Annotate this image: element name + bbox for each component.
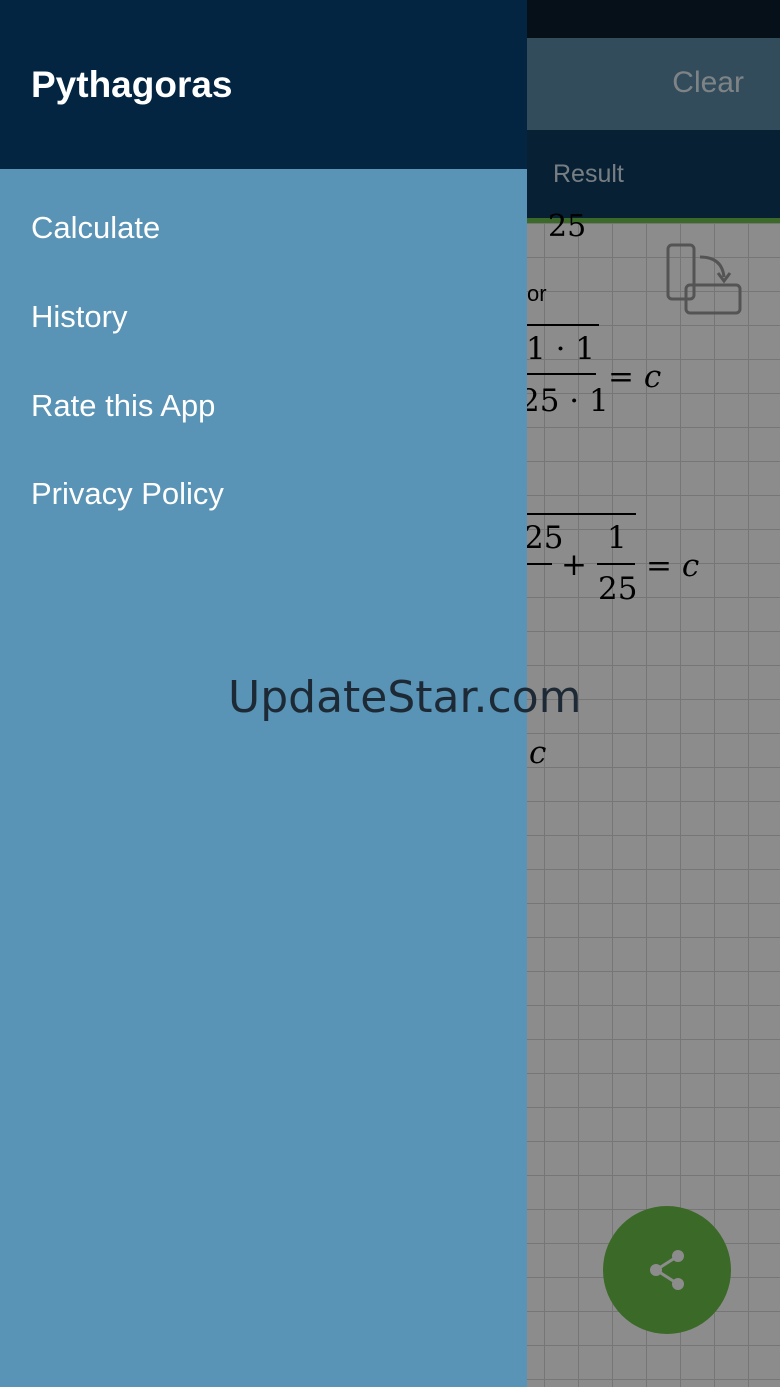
menu-item-privacy-policy[interactable]: Privacy Policy [31, 476, 224, 512]
drawer-title: Pythagoras [31, 64, 233, 105]
drawer-header: Pythagoras [0, 0, 527, 169]
menu-item-history[interactable]: History [31, 299, 127, 335]
menu-item-calculate[interactable]: Calculate [31, 210, 160, 246]
watermark-text: UpdateStar.com [228, 672, 582, 723]
menu-item-rate-app[interactable]: Rate this App [31, 388, 215, 424]
